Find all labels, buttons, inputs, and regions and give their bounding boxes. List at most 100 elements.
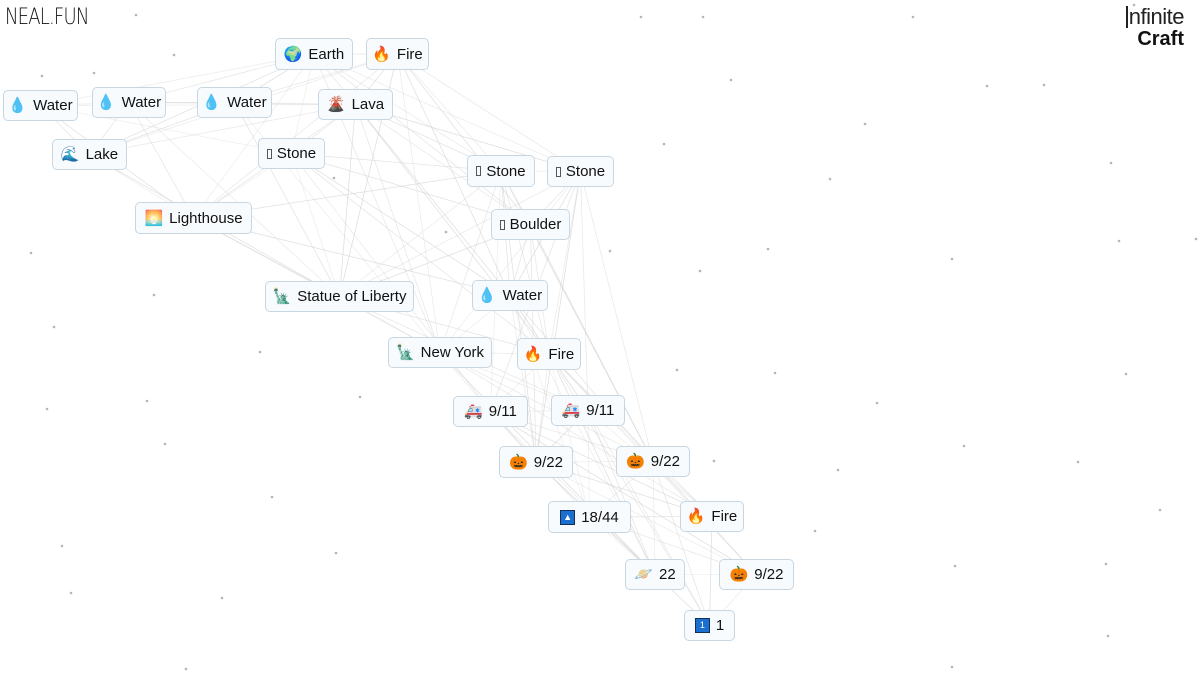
background-dot — [813, 529, 817, 533]
background-dot — [729, 78, 733, 82]
connection-line — [500, 170, 550, 355]
item-label: Lake — [85, 146, 119, 163]
item-stone-1[interactable]: Stone — [258, 138, 325, 169]
item-stone-3[interactable]: Stone — [547, 156, 614, 187]
fire-icon: 🔥 — [523, 345, 543, 363]
background-dot — [675, 368, 679, 372]
background-dot — [29, 251, 33, 255]
neal-fun-logo[interactable]: NEAL.FUN — [5, 5, 89, 30]
background-dot — [828, 177, 832, 181]
background-dot — [1042, 83, 1046, 87]
item-label: Stone — [486, 162, 526, 180]
sunrise-icon: 🌅 — [144, 209, 164, 227]
item-stone-2[interactable]: Stone — [467, 155, 535, 187]
background-dot — [444, 230, 448, 234]
item-lake[interactable]: 🌊 Lake — [52, 139, 127, 170]
connection-line — [535, 461, 710, 626]
missing-glyph-icon — [266, 148, 272, 159]
background-dot — [332, 176, 336, 180]
item-label: 9/22 — [754, 566, 784, 583]
item-label: Water — [121, 94, 162, 111]
item-label: Fire — [396, 45, 423, 63]
item-water-3[interactable]: 💧 Water — [197, 87, 272, 118]
connection-line — [439, 352, 713, 517]
item-label: Lighthouse — [169, 209, 243, 227]
item-water-2[interactable]: 💧 Water — [92, 87, 166, 118]
item-label: Lava — [351, 96, 385, 113]
connection-line — [40, 53, 315, 106]
connection-line — [128, 102, 194, 219]
item-label: 9/11 — [488, 403, 517, 420]
background-dot — [1109, 161, 1113, 165]
keycap-one-icon: 1 — [694, 618, 710, 633]
background-dot — [45, 407, 49, 411]
item-boulder[interactable]: Boulder — [491, 209, 570, 240]
background-dot — [52, 325, 56, 329]
orbit-icon: 🪐 — [634, 566, 653, 583]
connection-line — [339, 170, 502, 297]
item-earth[interactable]: 🌍 Earth — [275, 38, 353, 70]
background-dot — [1104, 562, 1108, 566]
item-nine-eleven-1[interactable]: 🚑 9/11 — [453, 396, 528, 427]
app-title-line1: nfinite — [1128, 4, 1185, 29]
item-eighteen-fortyfour[interactable]: ▲ 18/44 — [548, 501, 631, 533]
item-fire-3[interactable]: 🔥 Fire — [680, 501, 744, 532]
background-dot — [172, 53, 176, 57]
statue-of-liberty-icon: 🗽 — [395, 344, 415, 361]
background-dot — [985, 84, 989, 88]
jack-o-lantern-icon: 🎃 — [509, 453, 528, 471]
connection-line — [397, 53, 502, 172]
item-label: Stone — [565, 163, 606, 180]
missing-glyph-icon — [499, 219, 505, 230]
connection-line — [397, 53, 531, 225]
item-lighthouse[interactable]: 🌅 Lighthouse — [135, 202, 252, 234]
water-drop-icon: 💧 — [202, 94, 222, 111]
item-water-1[interactable]: 💧 Water — [3, 90, 78, 121]
background-dot — [950, 257, 954, 261]
connection-line — [439, 170, 502, 353]
background-dot — [258, 350, 262, 354]
background-dot — [836, 468, 840, 472]
item-label: 9/22 — [533, 453, 563, 471]
ambulance-icon: 🚑 — [464, 403, 483, 420]
item-water-4[interactable]: 💧 Water — [472, 280, 548, 311]
item-nine-twentytwo-1[interactable]: 🎃 9/22 — [499, 446, 573, 478]
item-label: Statue of Liberty — [297, 288, 407, 305]
missing-glyph-icon — [555, 166, 561, 177]
connection-line — [234, 102, 340, 297]
background-dot — [608, 249, 612, 253]
item-new-york[interactable]: 🗽 New York — [388, 337, 492, 368]
background-dot — [358, 395, 362, 399]
background-dot — [875, 401, 879, 405]
item-label: 1 — [715, 617, 725, 634]
item-label: Earth — [308, 45, 345, 63]
background-dot — [712, 459, 716, 463]
missing-glyph-icon — [476, 166, 482, 176]
item-label: 9/11 — [586, 402, 615, 419]
item-fire-1[interactable]: 🔥 Fire — [366, 38, 429, 70]
background-dot — [134, 13, 138, 17]
item-lava[interactable]: 🌋 Lava — [318, 89, 393, 120]
background-dot — [92, 71, 96, 75]
item-fire-2[interactable]: 🔥 Fire — [517, 338, 581, 370]
item-nine-twentytwo-3[interactable]: 🎃 9/22 — [719, 559, 794, 590]
item-label: Water — [33, 97, 73, 114]
item-statue-of-liberty[interactable]: 🗽 Statue of Liberty — [265, 281, 414, 312]
app-title-line2: Craft — [1137, 28, 1184, 50]
background-dot — [60, 544, 64, 548]
background-dot — [911, 15, 915, 19]
jack-o-lantern-icon: 🎃 — [729, 566, 749, 583]
item-label: New York — [420, 344, 485, 361]
item-one[interactable]: 11 — [684, 610, 735, 641]
background-dot — [145, 399, 149, 403]
item-twentytwo[interactable]: 🪐 22 — [625, 559, 685, 590]
background-dot — [184, 667, 188, 671]
item-nine-twentytwo-2[interactable]: 🎃 9/22 — [616, 446, 690, 477]
crafting-canvas[interactable] — [0, 0, 1200, 675]
item-nine-eleven-2[interactable]: 🚑 9/11 — [551, 395, 625, 426]
water-drop-icon: 💧 — [477, 287, 497, 304]
item-label: Boulder — [509, 216, 562, 233]
background-dot — [950, 665, 954, 669]
water-drop-icon: 💧 — [8, 97, 28, 114]
statue-of-liberty-icon: 🗽 — [272, 288, 292, 305]
